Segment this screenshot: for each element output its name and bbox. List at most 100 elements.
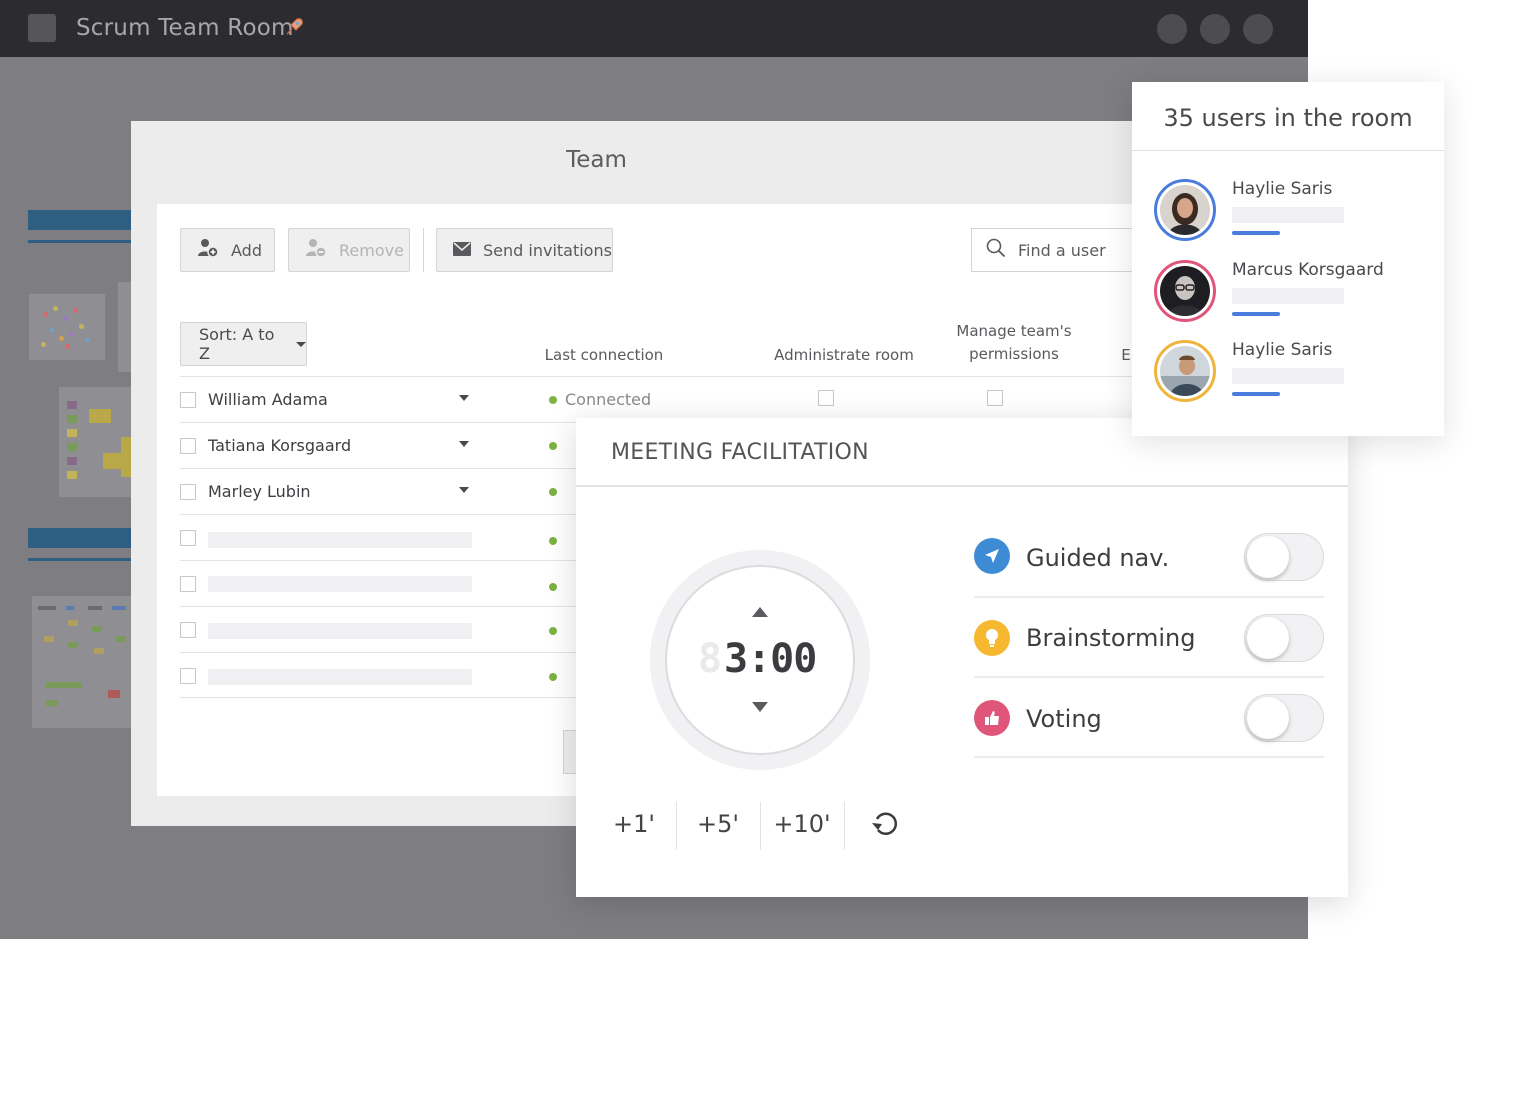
timer-decrease-icon[interactable]: [752, 702, 768, 712]
row-checkbox[interactable]: [180, 622, 196, 638]
user-list-item[interactable]: Marcus Korsgaard: [1154, 260, 1424, 324]
column-manage-permissions[interactable]: Manage team's permissions: [950, 320, 1078, 366]
connected-indicator: [549, 396, 557, 404]
send-invitations-label: Send invitations: [483, 240, 612, 260]
board-thumbnail[interactable]: [32, 596, 132, 728]
team-dialog-title: Team: [566, 147, 627, 173]
row-name: William Adama: [208, 390, 328, 409]
column-manage-line2: permissions: [969, 345, 1059, 363]
navigation-arrow-icon: [974, 538, 1010, 574]
board-thumbnail[interactable]: [29, 294, 105, 360]
add-user-icon: [197, 238, 219, 262]
find-user-placeholder: Find a user: [1018, 240, 1106, 260]
connected-indicator: [549, 673, 557, 681]
add-5-minutes-button[interactable]: +5': [676, 810, 760, 838]
row-checkbox[interactable]: [180, 576, 196, 592]
button-separator: [844, 802, 845, 850]
chevron-down-icon[interactable]: [459, 395, 469, 401]
row-checkbox[interactable]: [180, 438, 196, 454]
window-title: Scrum Team Room: [76, 15, 294, 41]
connected-indicator: [549, 537, 557, 545]
user-name: Haylie Saris: [1232, 179, 1333, 199]
send-invitations-button[interactable]: Send invitations: [436, 228, 613, 272]
toggle-knob: [1247, 697, 1289, 739]
row-status: Connected: [565, 390, 652, 409]
user-list-item[interactable]: Haylie Saris: [1154, 179, 1424, 243]
board-thumbnail[interactable]: [59, 387, 132, 497]
timer-increase-icon[interactable]: [752, 607, 768, 617]
board-divider: [28, 558, 132, 561]
row-checkbox[interactable]: [180, 392, 196, 408]
envelope-icon: [453, 241, 471, 260]
column-administrate-room[interactable]: Administrate room: [770, 344, 918, 367]
feature-label: Guided nav.: [1026, 544, 1170, 572]
connected-indicator: [549, 583, 557, 591]
add-1-minute-button[interactable]: +1': [592, 810, 676, 838]
search-icon: [986, 238, 1006, 262]
row-checkbox[interactable]: [180, 668, 196, 684]
user-activity-bar: [1232, 392, 1280, 396]
administrate-checkbox[interactable]: [818, 390, 834, 406]
avatar: [1154, 260, 1216, 322]
remove-user-icon: [305, 238, 327, 262]
permissions-checkbox[interactable]: [987, 390, 1003, 406]
window-close-button[interactable]: [1243, 14, 1273, 44]
lightbulb-icon: [974, 620, 1010, 656]
timer-display[interactable]: 3:00: [724, 636, 817, 682]
guided-nav-toggle[interactable]: [1244, 533, 1324, 581]
user-placeholder: [1232, 288, 1344, 304]
table-row[interactable]: William Adama Connected: [180, 376, 1141, 422]
brainstorming-toggle[interactable]: [1244, 614, 1324, 662]
row-checkbox[interactable]: [180, 530, 196, 546]
dialog-footer-button-edge[interactable]: [563, 730, 577, 774]
avatar: [1154, 340, 1216, 402]
column-last-connection[interactable]: Last connection: [540, 344, 668, 367]
row-checkbox[interactable]: [180, 484, 196, 500]
add-10-minutes-button[interactable]: +10': [760, 810, 844, 838]
rocket-icon: [283, 16, 305, 44]
voting-toggle[interactable]: [1244, 694, 1324, 742]
connected-indicator: [549, 442, 557, 450]
remove-user-button[interactable]: Remove: [288, 228, 410, 272]
board-thumbnail-edge: [118, 282, 132, 372]
chevron-down-icon[interactable]: [459, 487, 469, 493]
feature-row-voting: Voting: [974, 678, 1324, 758]
board-divider: [28, 240, 132, 243]
feature-row-guided-nav: Guided nav.: [974, 518, 1324, 598]
user-placeholder: [1232, 368, 1344, 384]
reset-icon: [870, 812, 902, 844]
window-maximize-button[interactable]: [1200, 14, 1230, 44]
window-minimize-button[interactable]: [1157, 14, 1187, 44]
connected-indicator: [549, 488, 557, 496]
avatar: [1154, 179, 1216, 241]
user-name: Marcus Korsgaard: [1232, 260, 1384, 280]
column-manage-line1: Manage team's: [956, 322, 1072, 340]
users-count-title: 35 users in the room: [1163, 104, 1413, 132]
timer-ghost-digit: 8: [698, 636, 723, 682]
row-name: Tatiana Korsgaard: [208, 436, 352, 455]
add-user-label: Add: [231, 240, 262, 260]
stage: Scrum Team Room Team Add Remove Send inv…: [0, 0, 1536, 1093]
row-placeholder: [208, 669, 472, 685]
user-list-item[interactable]: Haylie Saris: [1154, 340, 1424, 404]
remove-user-label: Remove: [339, 240, 404, 260]
thumbs-up-icon: [974, 700, 1010, 736]
connected-indicator: [549, 627, 557, 635]
add-user-button[interactable]: Add: [180, 228, 275, 272]
chevron-down-icon[interactable]: [459, 441, 469, 447]
user-activity-bar: [1232, 312, 1280, 316]
find-user-input[interactable]: Find a user: [971, 228, 1141, 272]
sort-dropdown[interactable]: Sort: A to Z: [180, 322, 307, 366]
reset-timer-button[interactable]: [870, 810, 904, 840]
user-placeholder: [1232, 207, 1344, 223]
app-menu-icon[interactable]: [28, 14, 56, 42]
column-truncated: E: [1121, 346, 1131, 364]
meeting-facilitation-title: MEETING FACILITATION: [611, 440, 869, 465]
feature-label: Voting: [1026, 705, 1102, 733]
meeting-divider: [576, 485, 1348, 487]
feature-label: Brainstorming: [1026, 624, 1196, 652]
chevron-down-icon: [296, 341, 306, 347]
row-name: Marley Lubin: [208, 482, 311, 501]
row-placeholder: [208, 623, 472, 639]
toggle-knob: [1247, 536, 1289, 578]
